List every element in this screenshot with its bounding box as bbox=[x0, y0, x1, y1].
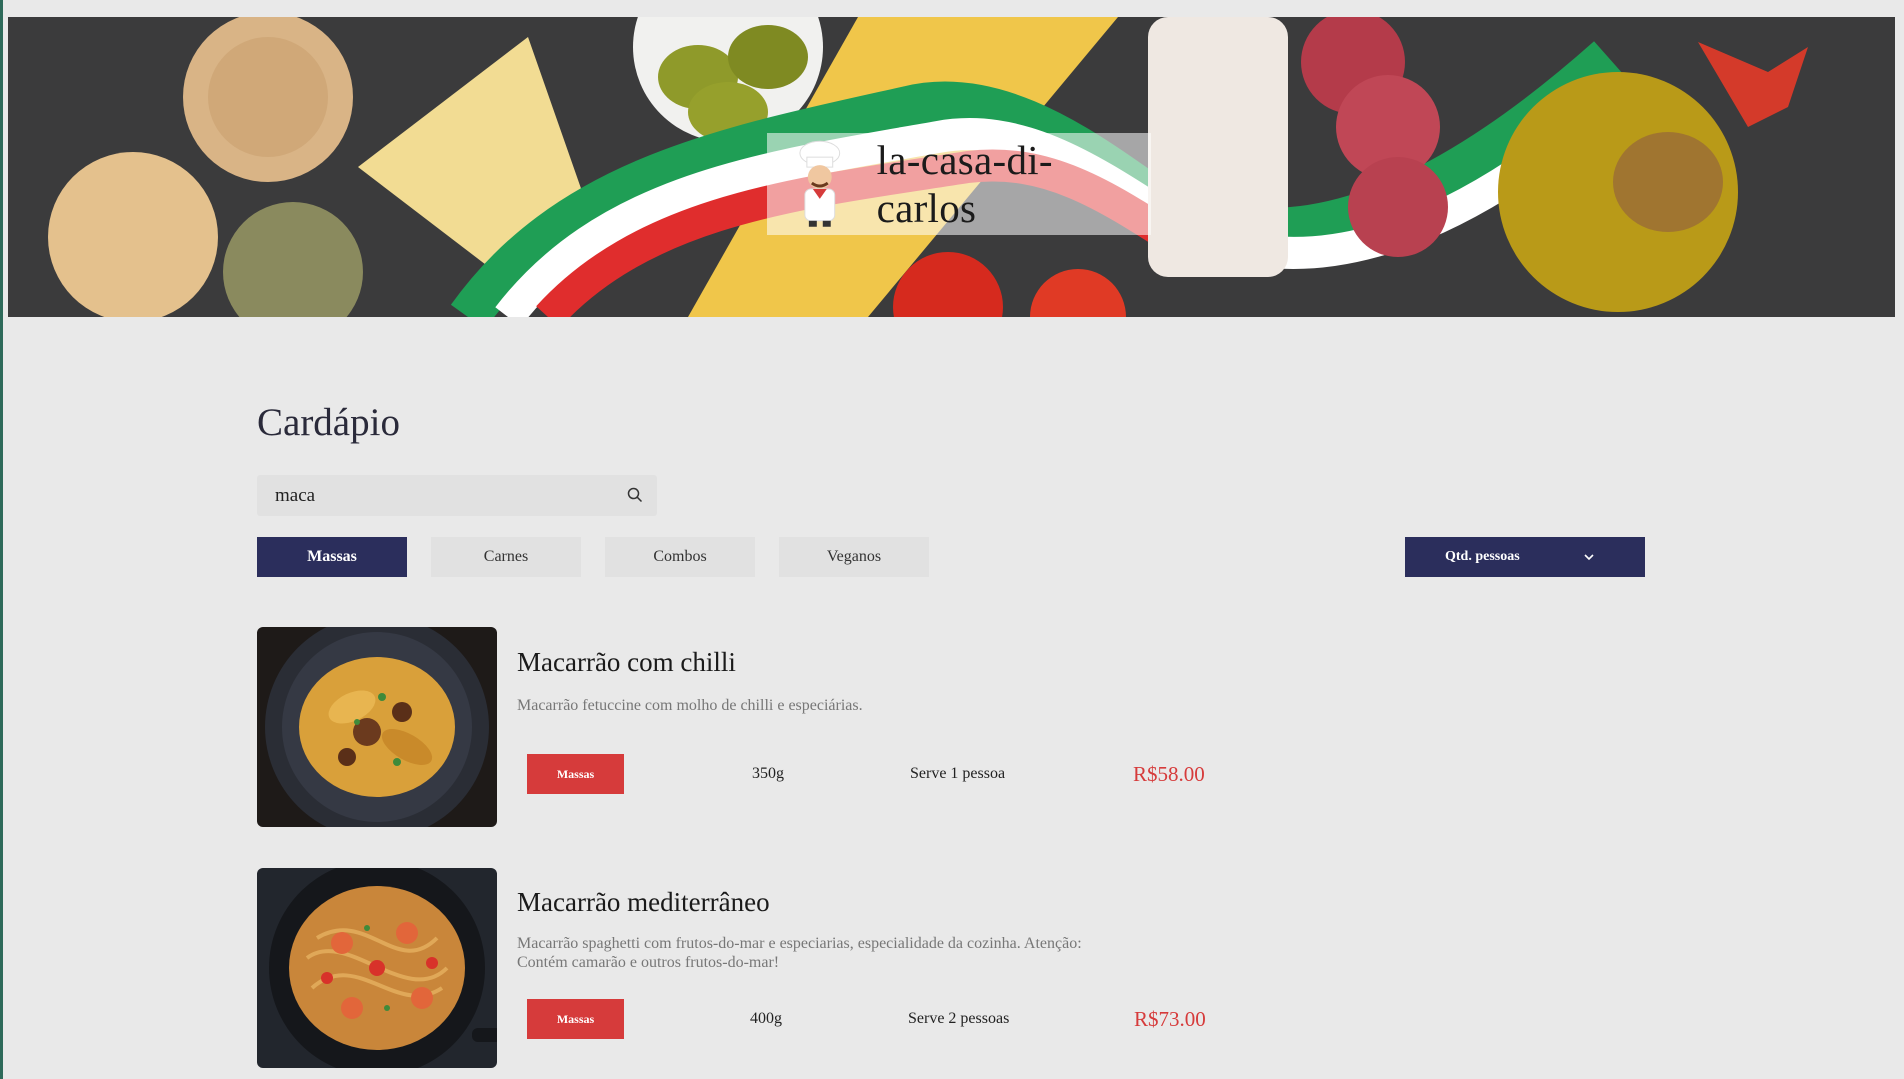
page-title: Cardápio bbox=[257, 401, 400, 444]
dish-description: Macarrão spaghetti com frutos-do-mar e e… bbox=[517, 935, 1082, 971]
filter-combos[interactable]: Combos bbox=[605, 537, 755, 577]
filter-carnes[interactable]: Carnes bbox=[431, 537, 581, 577]
menu-item[interactable]: Macarrão mediterrâneo Macarrão spaghetti… bbox=[257, 868, 1257, 1068]
filter-massas[interactable]: Massas bbox=[257, 537, 407, 577]
dish-name: Macarrão mediterrâneo bbox=[517, 887, 770, 917]
dish-price: R$58.00 bbox=[1133, 762, 1205, 786]
dish-price: R$73.00 bbox=[1134, 1007, 1206, 1031]
menu-item[interactable]: Macarrão com chilli Macarrão fetuccine c… bbox=[257, 627, 1257, 827]
chef-icon bbox=[799, 140, 841, 227]
search-input[interactable] bbox=[273, 483, 607, 508]
chevron-down-icon bbox=[1584, 554, 1594, 561]
dish-serves: Serve 1 pessoa bbox=[910, 765, 1006, 782]
dish-name: Macarrão com chilli bbox=[517, 647, 736, 677]
dish-serves: Serve 2 pessoas bbox=[908, 1010, 1010, 1027]
dish-weight: 350g bbox=[752, 765, 784, 782]
dish-description: Macarrão fetuccine com molho de chilli e… bbox=[517, 697, 863, 714]
header-banner: la-casa-di-carlos bbox=[8, 17, 1895, 317]
dish-image bbox=[257, 868, 497, 1068]
brand-name: la-casa-di-carlos bbox=[876, 137, 1053, 231]
search-icon[interactable] bbox=[627, 487, 643, 503]
people-count-select[interactable]: Qtd. pessoas bbox=[1405, 537, 1645, 577]
dish-category-badge[interactable]: Massas bbox=[527, 754, 624, 794]
dish-category-badge[interactable]: Massas bbox=[527, 999, 624, 1039]
dish-image bbox=[257, 627, 497, 827]
page-edge bbox=[0, 0, 3, 1079]
dish-weight: 400g bbox=[750, 1010, 782, 1027]
search-box[interactable] bbox=[257, 475, 657, 516]
brand-box[interactable]: la-casa-di-carlos bbox=[767, 133, 1151, 235]
people-count-label: Qtd. pessoas bbox=[1445, 549, 1520, 564]
filter-veganos[interactable]: Veganos bbox=[779, 537, 929, 577]
